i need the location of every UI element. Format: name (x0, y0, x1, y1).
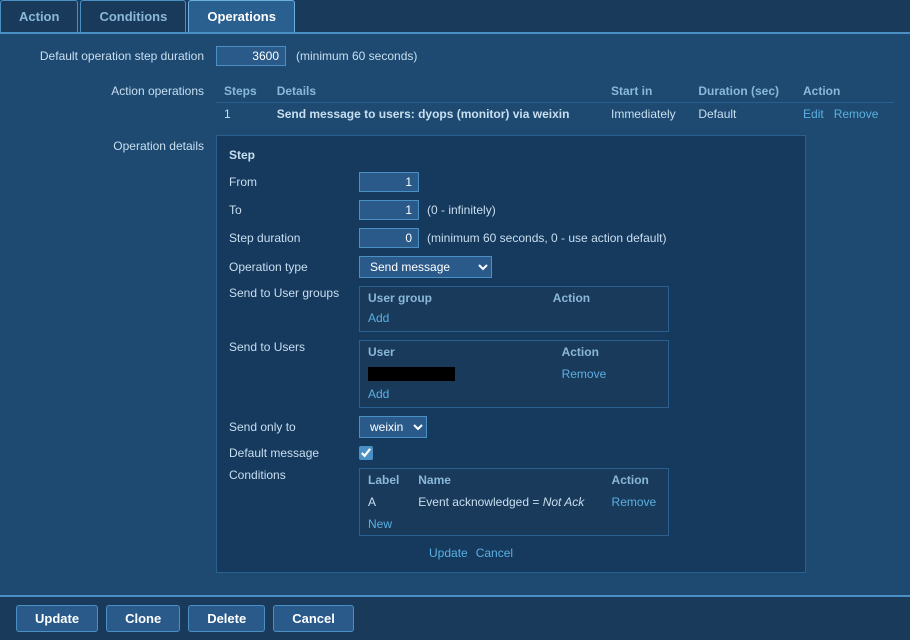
users-add-row: Add (360, 385, 668, 407)
user-groups-label: Send to User groups (229, 286, 359, 300)
users-row: Send to Users User Action (229, 340, 793, 408)
col-steps: Steps (216, 80, 269, 103)
conditions-table: Label Name Action A Event acknowledged =… (360, 469, 668, 535)
operation-details-label: Operation details (16, 135, 216, 153)
tab-action[interactable]: Action (0, 0, 78, 32)
cancel-button[interactable]: Cancel (273, 605, 354, 632)
cond-col-label: Label (360, 469, 410, 491)
operation-type-select[interactable]: Send message Remote command (359, 256, 492, 278)
tab-operations[interactable]: Operations (188, 0, 295, 32)
step-duration-label: Step duration (229, 231, 359, 245)
detail-actions: Update Cancel (429, 546, 793, 560)
cond-remove-link[interactable]: Remove (612, 495, 657, 509)
cond-col-name: Name (410, 469, 603, 491)
tab-conditions[interactable]: Conditions (80, 0, 186, 32)
users-table: User Action Remove (360, 341, 668, 407)
ug-col-action: Action (545, 287, 668, 309)
conditions-new-row: New (360, 513, 668, 535)
cond-col-action: Action (604, 469, 668, 491)
bottom-bar: Update Clone Delete Cancel (0, 595, 910, 640)
action-operations-content: Steps Details Start in Duration (sec) Ac… (216, 80, 894, 125)
table-row: 1 Send message to users: dyops (monitor)… (216, 103, 894, 126)
duration-row: Default operation step duration (minimum… (16, 46, 894, 66)
cond-action: Remove (604, 491, 668, 513)
duration-input[interactable] (216, 46, 286, 66)
detail-update-link[interactable]: Update (429, 546, 468, 560)
duration-label: Default operation step duration (16, 49, 216, 63)
to-input[interactable] (359, 200, 419, 220)
delete-button[interactable]: Delete (188, 605, 265, 632)
step-heading: Step (229, 148, 793, 162)
user-remove-link[interactable]: Remove (562, 367, 607, 381)
conditions-label: Conditions (229, 468, 359, 482)
main-content: Default operation step duration (minimum… (0, 34, 910, 595)
ug-col-group: User group (360, 287, 545, 309)
remove-link[interactable]: Remove (834, 107, 879, 121)
users-table-wrapper: User Action Remove (359, 340, 669, 408)
default-message-checkbox[interactable] (359, 446, 373, 460)
detail-cancel-link[interactable]: Cancel (476, 546, 513, 560)
table-row: Remove (360, 363, 668, 385)
conditions-new-link[interactable]: New (368, 517, 392, 531)
duration-hint: (minimum 60 seconds) (296, 49, 417, 63)
row-start-in: Immediately (603, 103, 690, 126)
operation-type-label: Operation type (229, 260, 359, 274)
row-duration: Default (690, 103, 795, 126)
default-message-row: Default message (229, 446, 793, 460)
users-label: Send to Users (229, 340, 359, 354)
step-duration-hint: (minimum 60 seconds, 0 - use action defa… (427, 231, 666, 245)
update-button[interactable]: Update (16, 605, 98, 632)
to-hint: (0 - infinitely) (427, 203, 496, 217)
default-message-label: Default message (229, 446, 359, 460)
to-label: To (229, 203, 359, 217)
step-duration-input[interactable] (359, 228, 419, 248)
row-steps: 1 (216, 103, 269, 126)
users-add-link[interactable]: Add (368, 387, 389, 401)
u-col-user: User (360, 341, 554, 363)
step-duration-row: Step duration (minimum 60 seconds, 0 - u… (229, 228, 793, 248)
col-duration: Duration (sec) (690, 80, 795, 103)
row-actions: Edit Remove (795, 103, 894, 126)
col-start-in: Start in (603, 80, 690, 103)
row-details: Send message to users: dyops (monitor) v… (269, 103, 603, 126)
user-groups-row: Send to User groups User group Action (229, 286, 793, 332)
action-operations-section: Action operations Steps Details Start in… (16, 80, 894, 125)
from-label: From (229, 175, 359, 189)
tab-bar: Action Conditions Operations (0, 0, 910, 34)
send-only-to-select[interactable]: weixin Email SMS (359, 416, 427, 438)
user-name (360, 363, 554, 385)
table-row: A Event acknowledged = Not Ack Remove (360, 491, 668, 513)
action-operations-label: Action operations (16, 80, 216, 98)
user-groups-add-row: Add (360, 309, 668, 331)
conditions-table-wrapper: Label Name Action A Event acknowledged =… (359, 468, 669, 536)
user-action: Remove (554, 363, 668, 385)
user-redacted (368, 367, 455, 381)
edit-link[interactable]: Edit (803, 107, 824, 121)
cond-label: A (360, 491, 410, 513)
to-row: To (0 - infinitely) (229, 200, 793, 220)
user-groups-table: User group Action Add (360, 287, 668, 331)
user-groups-add-link[interactable]: Add (368, 311, 389, 325)
operation-details-box: Step From To (0 - infinitely) Step durat… (216, 135, 806, 573)
operation-type-row: Operation type Send message Remote comma… (229, 256, 793, 278)
operations-table: Steps Details Start in Duration (sec) Ac… (216, 80, 894, 125)
cond-name: Event acknowledged = Not Ack (410, 491, 603, 513)
operation-details-section: Operation details Step From To (0 - infi… (16, 135, 894, 573)
conditions-row: Conditions Label Name Action A (229, 468, 793, 536)
send-only-to-label: Send only to (229, 420, 359, 434)
from-input[interactable] (359, 172, 419, 192)
col-details: Details (269, 80, 603, 103)
u-col-action: Action (554, 341, 668, 363)
user-groups-table-wrapper: User group Action Add (359, 286, 669, 332)
from-row: From (229, 172, 793, 192)
col-action: Action (795, 80, 894, 103)
clone-button[interactable]: Clone (106, 605, 180, 632)
send-only-to-row: Send only to weixin Email SMS (229, 416, 793, 438)
